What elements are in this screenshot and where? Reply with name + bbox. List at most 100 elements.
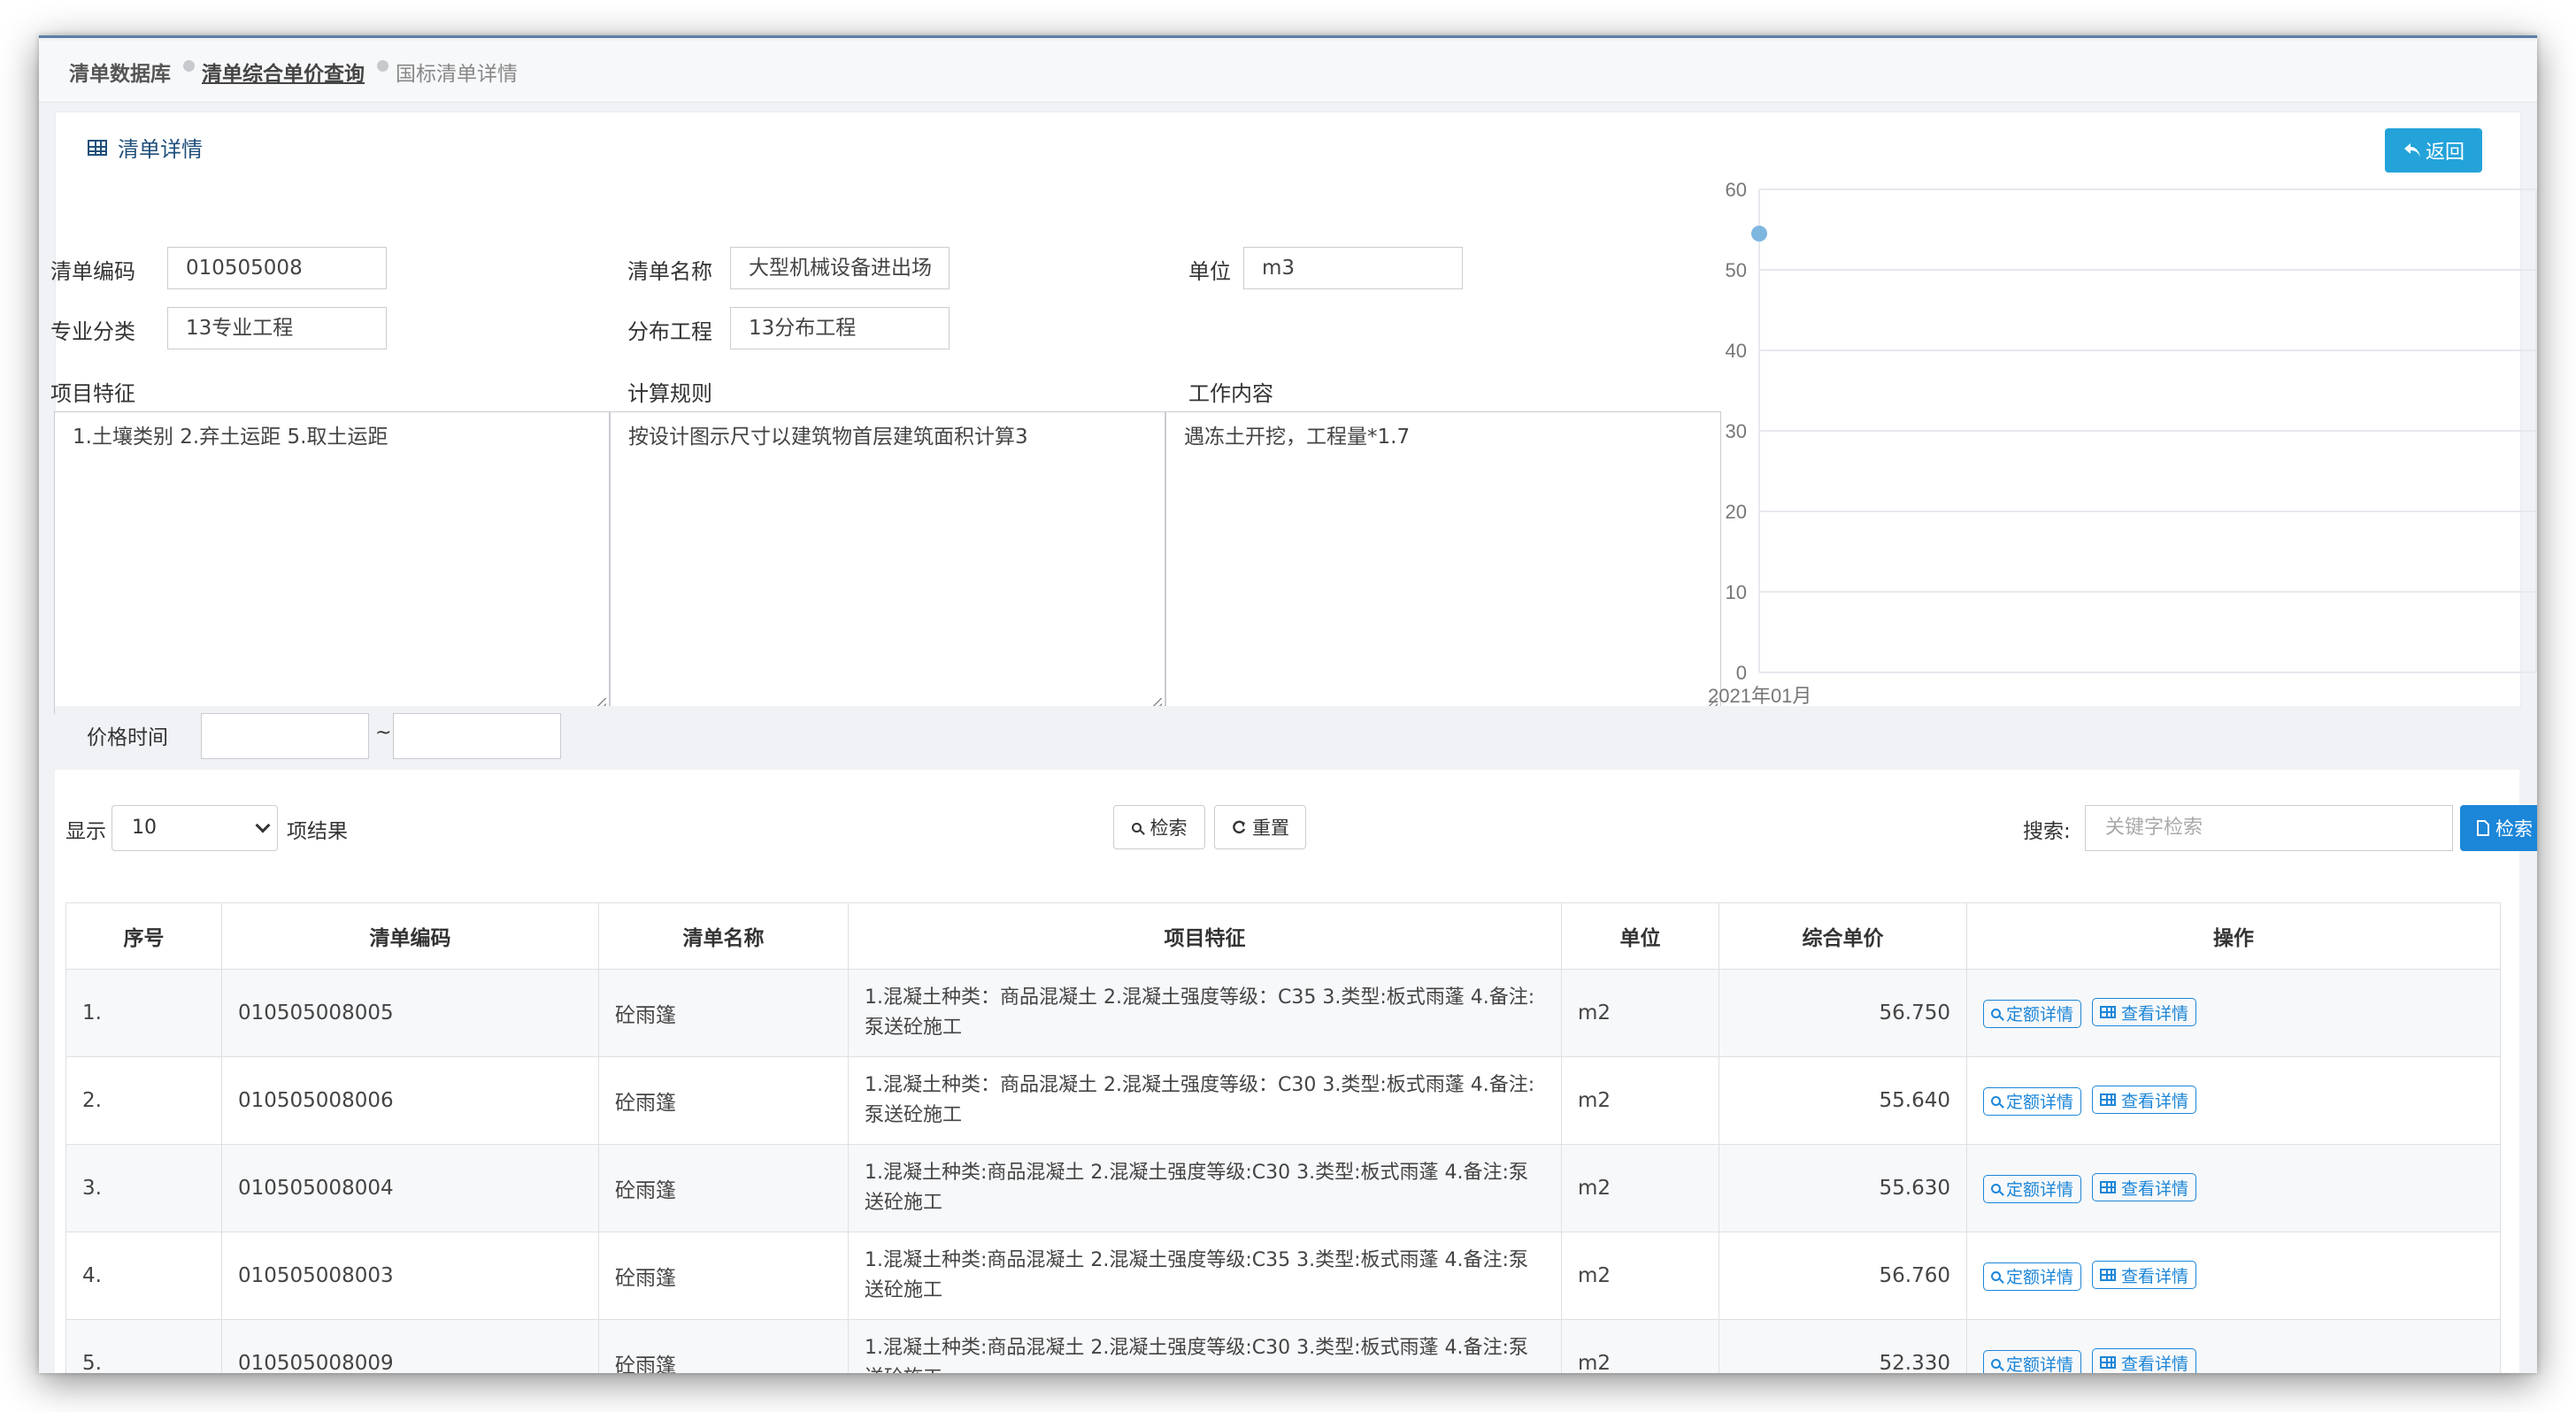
cell-unit: m2 bbox=[1561, 969, 1719, 1057]
view-detail-button[interactable]: 查看详情 bbox=[2092, 1261, 2197, 1290]
breadcrumb-dot-icon bbox=[377, 60, 388, 72]
panel-title: 清单详情 bbox=[88, 132, 203, 163]
keyword-search-input[interactable]: 关键字检索 bbox=[2085, 805, 2453, 851]
table-icon bbox=[2100, 1094, 2117, 1107]
work-textarea[interactable]: 遇冻土开挖，工程量*1.7 bbox=[1165, 411, 1721, 714]
price-time-separator: ~ bbox=[375, 722, 392, 744]
col-header-code[interactable]: 清单编码 bbox=[221, 902, 599, 970]
search-icon bbox=[1991, 1096, 2001, 1107]
work-text: 遇冻土开挖，工程量*1.7 bbox=[1184, 426, 1411, 449]
quota-detail-label: 定额详情 bbox=[2006, 1005, 2074, 1025]
cell-unit: m2 bbox=[1561, 1319, 1719, 1373]
cell-code: 010505008005 bbox=[221, 969, 599, 1057]
col-header-price[interactable]: 综合单价 bbox=[1719, 902, 1967, 970]
cell-name: 砼雨篷 bbox=[598, 1319, 849, 1373]
division-label: 分布工程 bbox=[627, 319, 712, 344]
y-tick-label: 50 bbox=[1726, 259, 1747, 281]
search-icon bbox=[1991, 1184, 2001, 1194]
view-detail-button[interactable]: 查看详情 bbox=[2092, 1348, 2197, 1373]
page-size-select[interactable]: 10 bbox=[111, 805, 278, 851]
results-table: 序号 清单编码 清单名称 项目特征 单位 综合单价 操作 1. 010505008… bbox=[65, 902, 2501, 1373]
division-field[interactable]: 13分布工程 bbox=[730, 307, 950, 349]
reset-button[interactable]: 重置 bbox=[1214, 805, 1306, 849]
keyword-search-button[interactable]: 检索 bbox=[2460, 805, 2537, 851]
data-point[interactable] bbox=[1751, 226, 1767, 242]
cell-price: 56.750 bbox=[1719, 969, 1967, 1057]
y-tick-label: 0 bbox=[1736, 662, 1747, 684]
unit-field[interactable]: m3 bbox=[1243, 247, 1463, 289]
quota-detail-button[interactable]: 定额详情 bbox=[1983, 1349, 2082, 1373]
col-header-name[interactable]: 清单名称 bbox=[598, 902, 849, 970]
col-header-index[interactable]: 序号 bbox=[65, 902, 222, 970]
code-field[interactable]: 010505008 bbox=[167, 247, 387, 289]
price-time-row: 价格时间 ~ bbox=[55, 706, 2519, 764]
breadcrumb: 清单数据库 清单综合单价查询 国标清单详情 bbox=[39, 41, 2537, 103]
show-label: 显示 bbox=[65, 820, 106, 843]
cell-feature: 1.混凝土种类：商品混凝土 2.混凝土强度等级：C35 3.类型:板式雨蓬 4.… bbox=[848, 969, 1562, 1057]
code-label: 清单编码 bbox=[50, 259, 135, 284]
table-icon bbox=[2100, 1006, 2117, 1019]
col-header-feature[interactable]: 项目特征 bbox=[848, 902, 1562, 970]
document-icon bbox=[2477, 820, 2489, 836]
results-panel: 显示 10 项结果 检索 重置 搜索: 关键字检索 检索 序号 清单编码 清单名… bbox=[55, 770, 2537, 1373]
view-detail-button[interactable]: 查看详情 bbox=[2092, 1086, 2197, 1115]
view-detail-label: 查看详情 bbox=[2121, 1266, 2189, 1286]
cell-name: 砼雨篷 bbox=[598, 1056, 849, 1145]
price-time-from-input[interactable] bbox=[201, 713, 369, 759]
rule-textarea[interactable]: 按设计图示尺寸以建筑物首层建筑面积计算3 bbox=[610, 411, 1165, 714]
top-accent-line bbox=[39, 35, 2537, 38]
quota-detail-button[interactable]: 定额详情 bbox=[1983, 1262, 2082, 1291]
table-icon bbox=[2100, 1356, 2117, 1370]
search-button[interactable]: 检索 bbox=[1113, 805, 1205, 849]
unit-label: 单位 bbox=[1188, 259, 1231, 284]
view-detail-label: 查看详情 bbox=[2121, 1354, 2189, 1373]
view-detail-label: 查看详情 bbox=[2121, 1178, 2189, 1199]
table-row: 2. 010505008006 砼雨篷 1.混凝土种类：商品混凝土 2.混凝土强度等级… bbox=[65, 1056, 2501, 1145]
cell-unit: m2 bbox=[1561, 1056, 1719, 1145]
y-tick-label: 60 bbox=[1726, 179, 1747, 201]
cell-code: 010505008009 bbox=[221, 1319, 599, 1373]
cell-price: 52.330 bbox=[1719, 1319, 1967, 1373]
search-icon bbox=[1131, 822, 1142, 833]
cell-name: 砼雨篷 bbox=[598, 1232, 849, 1320]
back-button-label: 返回 bbox=[2425, 142, 2465, 164]
rule-text: 按设计图示尺寸以建筑物首层建筑面积计算3 bbox=[628, 426, 1028, 449]
back-button[interactable]: 返回 bbox=[2385, 128, 2482, 173]
name-label: 清单名称 bbox=[627, 259, 712, 284]
rule-label: 计算规则 bbox=[627, 381, 712, 406]
breadcrumb-level2[interactable]: 清单综合单价查询 bbox=[202, 57, 365, 87]
search-icon bbox=[1991, 1271, 2001, 1282]
reset-button-label: 重置 bbox=[1252, 817, 1289, 839]
x-tick-label: 2021年01月 bbox=[1708, 685, 1811, 707]
cell-feature: 1.混凝土种类：商品混凝土 2.混凝土强度等级：C30 3.类型:板式雨蓬 4.… bbox=[848, 1056, 1562, 1145]
table-row: 4. 010505008003 砼雨篷 1.混凝土种类:商品混凝土 2.混凝土强度等级… bbox=[65, 1232, 2501, 1320]
price-time-to-input[interactable] bbox=[393, 713, 561, 759]
cell-index: 3. bbox=[65, 1144, 222, 1232]
quota-detail-label: 定额详情 bbox=[2006, 1268, 2074, 1288]
breadcrumb-current: 国标清单详情 bbox=[396, 62, 518, 86]
cell-index: 4. bbox=[65, 1232, 222, 1320]
cell-code: 010505008006 bbox=[221, 1056, 599, 1145]
quota-detail-button[interactable]: 定额详情 bbox=[1983, 1174, 2082, 1203]
breadcrumb-root[interactable]: 清单数据库 bbox=[69, 57, 171, 87]
view-detail-button[interactable]: 查看详情 bbox=[2092, 998, 2197, 1027]
quota-detail-button[interactable]: 定额详情 bbox=[1983, 999, 2082, 1028]
name-field[interactable]: 大型机械设备进出场 bbox=[730, 247, 950, 289]
chevron-down-icon bbox=[255, 817, 271, 833]
cell-actions: 定额详情 查看详情 bbox=[1966, 1319, 2501, 1373]
col-header-unit[interactable]: 单位 bbox=[1561, 902, 1719, 970]
keyword-label: 搜索: bbox=[2023, 820, 2071, 843]
view-detail-button[interactable]: 查看详情 bbox=[2092, 1173, 2197, 1202]
price-trend-chart: 60 50 40 30 20 10 0 2021年01月 bbox=[1708, 179, 2537, 707]
cell-index: 2. bbox=[65, 1056, 222, 1145]
major-field[interactable]: 13专业工程 bbox=[167, 307, 387, 349]
cell-name: 砼雨篷 bbox=[598, 969, 849, 1057]
quota-detail-button[interactable]: 定额详情 bbox=[1983, 1086, 2082, 1116]
panel-title-text: 清单详情 bbox=[118, 137, 203, 162]
features-textarea[interactable]: 1.土壤类别 2.弃土运距 5.取土运距 bbox=[54, 411, 610, 714]
cell-index: 5. bbox=[65, 1319, 222, 1373]
features-label: 项目特征 bbox=[50, 381, 135, 406]
y-tick-label: 10 bbox=[1726, 581, 1747, 603]
cell-actions: 定额详情 查看详情 bbox=[1966, 1232, 2501, 1320]
table-row: 1. 010505008005 砼雨篷 1.混凝土种类：商品混凝土 2.混凝土强度等级… bbox=[65, 969, 2501, 1057]
